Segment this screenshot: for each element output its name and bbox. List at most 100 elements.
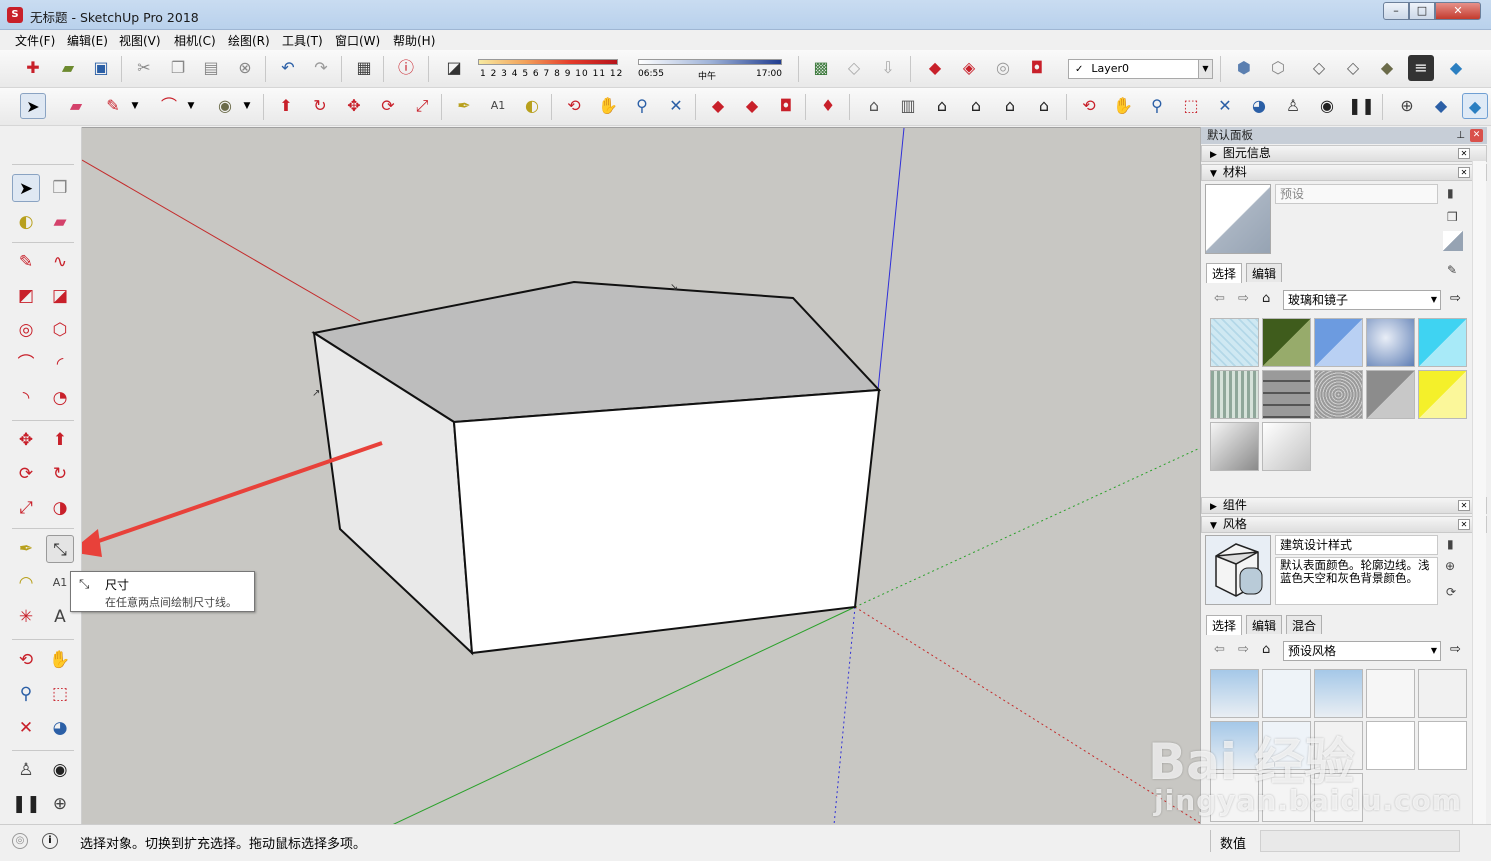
top-view-icon[interactable]: ⬡ (1265, 55, 1291, 81)
zoom-icon[interactable]: ⚲ (629, 93, 655, 119)
shaded-icon[interactable]: ≡ (1408, 55, 1434, 81)
time-slider-track[interactable] (638, 59, 782, 65)
circle-icon[interactable]: ◉ (212, 93, 238, 119)
section-components[interactable]: ▶ 组件 ✕ (1201, 497, 1487, 514)
share-component-icon[interactable]: ◎ (990, 55, 1016, 81)
pan-hand-icon[interactable]: ✋ (46, 646, 74, 674)
print-icon[interactable]: ▦ (351, 55, 377, 81)
move-icon[interactable]: ✥ (12, 426, 40, 454)
undo-icon[interactable]: ↶ (275, 55, 301, 81)
cut-icon[interactable]: ✂ (131, 55, 157, 81)
left-view-icon[interactable]: ⌂ (1031, 93, 1057, 119)
back-view-icon[interactable]: ⌂ (997, 93, 1023, 119)
create-style-icon[interactable]: ▮ (1447, 537, 1454, 551)
display-secondary-icon[interactable]: ❒ (1447, 210, 1458, 224)
paint-bucket-icon[interactable]: ◐ (519, 93, 545, 119)
ruby-console-icon[interactable]: ♦ (815, 93, 841, 119)
rotate-icon[interactable]: ⟳ (12, 460, 40, 488)
camera-orbit-icon[interactable]: ⟲ (1076, 93, 1102, 119)
collapse-arrow-icon[interactable]: ▼ (1210, 169, 1217, 179)
wireframe-icon[interactable]: ◇ (1340, 55, 1366, 81)
new-file-icon[interactable]: ✚ (20, 55, 46, 81)
menu-edit[interactable]: 编辑(E) (67, 32, 108, 49)
arc-icon[interactable]: ⌒ (156, 93, 182, 119)
follow-me-icon[interactable]: ↻ (307, 93, 333, 119)
push-pull-icon[interactable]: ⬆ (46, 426, 74, 454)
offset-icon[interactable]: ◑ (46, 494, 74, 522)
style-thumbnail[interactable] (1418, 721, 1467, 770)
position-camera-icon[interactable]: ♙ (1280, 93, 1306, 119)
close-icon[interactable]: ✕ (1458, 167, 1470, 178)
section-cut-icon[interactable]: ◆ (1462, 93, 1488, 119)
text-icon[interactable]: A1 (485, 93, 511, 119)
style-thumbnail[interactable] (1262, 669, 1311, 718)
section-materials[interactable]: ▼ 材料 ✕ (1201, 164, 1487, 181)
section-plane-icon[interactable]: ⊕ (1394, 93, 1420, 119)
close-icon[interactable]: ✕ (1458, 519, 1470, 530)
box-front-face[interactable] (452, 388, 881, 655)
menu-draw[interactable]: 绘图(R) (228, 32, 270, 49)
zoom-window-icon[interactable]: ⬚ (1178, 93, 1204, 119)
menu-camera[interactable]: 相机(C) (174, 32, 216, 49)
three-point-arc-icon[interactable]: ◝ (12, 384, 40, 412)
display-section-icon[interactable]: ◆ (1428, 93, 1454, 119)
material-swatch[interactable] (1418, 318, 1467, 367)
camera-zoom-icon[interactable]: ⚲ (1144, 93, 1170, 119)
pie-icon[interactable]: ◔ (46, 384, 74, 412)
details-arrow-icon[interactable]: ⇨ (1450, 642, 1461, 657)
zoom-icon[interactable]: ⚲ (12, 680, 40, 708)
geo-location-icon[interactable]: ▩ (808, 55, 834, 81)
hidden-line-icon[interactable]: ◆ (1374, 55, 1400, 81)
orbit-icon[interactable]: ⟲ (561, 93, 587, 119)
section-styles[interactable]: ▼ 风格 ✕ (1201, 516, 1487, 533)
material-name-field[interactable]: 预设 (1275, 184, 1438, 204)
material-swatch[interactable] (1210, 370, 1259, 419)
material-swatch[interactable] (1262, 318, 1311, 367)
zoom-extents-icon[interactable]: ✕ (663, 93, 689, 119)
follow-me-icon[interactable]: ↻ (46, 460, 74, 488)
look-around-eye-icon[interactable]: ◉ (46, 756, 74, 784)
terrain-icon[interactable]: ⇩ (875, 55, 901, 81)
select-arrow-icon[interactable]: ➤ (12, 174, 40, 202)
expand-arrow-icon[interactable]: ▶ (1210, 502, 1217, 512)
tab-mix[interactable]: 混合 (1286, 615, 1323, 634)
style-thumbnail[interactable] (1210, 669, 1259, 718)
move-icon[interactable]: ✥ (341, 93, 367, 119)
shadows-toggle-icon[interactable]: ◪ (441, 55, 467, 81)
shaded-textures-icon[interactable]: ◆ (1443, 55, 1469, 81)
front-view-icon[interactable]: ⌂ (929, 93, 955, 119)
collapse-arrow-icon[interactable]: ▼ (1210, 521, 1217, 531)
select-arrow-icon[interactable]: ➤ (20, 93, 46, 119)
tape-measure-icon[interactable]: ✒ (12, 535, 40, 563)
style-thumbnail[interactable] (1314, 669, 1363, 718)
tab-edit[interactable]: 编辑 (1246, 615, 1283, 634)
close-button[interactable]: ✕ (1435, 2, 1481, 20)
rotate-icon[interactable]: ⟳ (375, 93, 401, 119)
walk-footprints-icon[interactable]: ❚❚ (12, 790, 41, 818)
styles-library-select[interactable]: 预设风格 ▼ (1283, 641, 1441, 661)
expand-arrow-icon[interactable]: ▶ (1210, 150, 1217, 160)
drawing-viewport[interactable]: ↘ ↗ (82, 127, 1200, 824)
pencil-line-icon[interactable]: ✎ (100, 93, 126, 119)
xray-icon[interactable]: ◇ (1306, 55, 1332, 81)
share-model-icon[interactable]: ◈ (956, 55, 982, 81)
position-camera-icon[interactable]: ♙ (12, 756, 40, 784)
pan-hand-icon[interactable]: ✋ (595, 93, 621, 119)
tape-measure-icon[interactable]: ✒ (451, 93, 477, 119)
walk-footprints-icon[interactable]: ❚❚ (1348, 93, 1375, 119)
material-swatch[interactable] (1210, 318, 1259, 367)
tray-scrollbar[interactable] (1472, 161, 1486, 824)
protractor-icon[interactable]: ◠ (12, 569, 40, 597)
geo-location-status-icon[interactable]: ◎ (12, 833, 28, 849)
section-entity-info[interactable]: ▶ 图元信息 ✕ (1201, 145, 1487, 162)
material-swatch[interactable] (1262, 422, 1311, 471)
refresh-icon[interactable]: ⟳ (1446, 585, 1456, 599)
redo-icon[interactable]: ↷ (308, 55, 334, 81)
info-icon[interactable]: i (42, 833, 58, 849)
right-view-icon[interactable]: ⌂ (963, 93, 989, 119)
material-swatch[interactable] (1366, 318, 1415, 367)
details-arrow-icon[interactable]: ⇨ (1450, 291, 1461, 306)
measurements-input[interactable] (1260, 830, 1460, 852)
freehand-icon[interactable]: ∿ (46, 248, 74, 276)
date-slider[interactable]: 1 2 3 4 5 6 7 8 9 10 11 12 (476, 56, 624, 82)
